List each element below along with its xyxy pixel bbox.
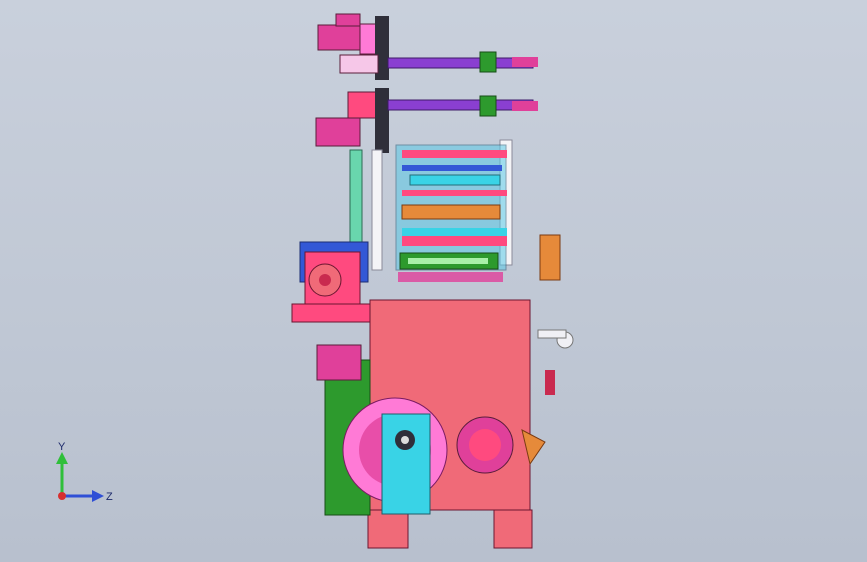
top-motor-assembly[interactable] — [317, 13, 538, 80]
center-mechanism[interactable] — [395, 144, 507, 282]
left-drive-motor[interactable] — [291, 241, 371, 323]
machine-model[interactable] — [0, 0, 867, 562]
x-axis-origin — [58, 492, 66, 500]
z-axis-head — [92, 490, 104, 502]
y-axis-label: Y — [58, 441, 66, 453]
z-axis-label: Z — [106, 491, 113, 503]
handwheel[interactable] — [537, 234, 574, 395]
cad-viewport[interactable]: Y Z — [0, 0, 867, 562]
orientation-triad: Y Z — [56, 441, 113, 503]
small-pulley[interactable] — [456, 416, 546, 474]
y-axis-head — [56, 452, 68, 464]
